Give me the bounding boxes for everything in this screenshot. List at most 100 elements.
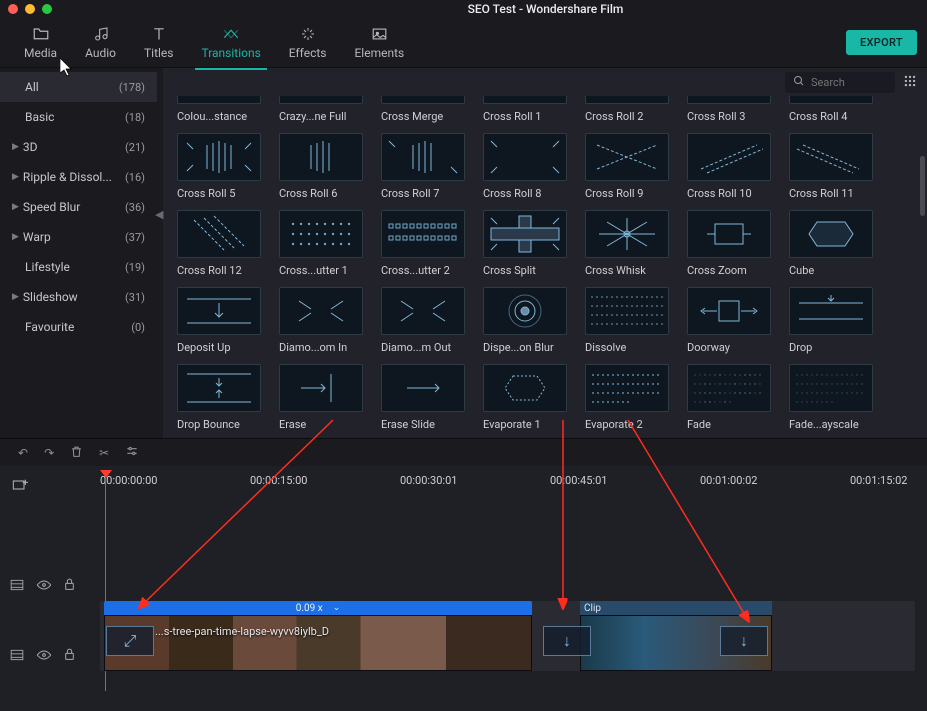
sidebar-item-ripple-dissol-[interactable]: ▶Ripple & Dissol...(16)	[0, 162, 157, 192]
transition-item[interactable]: Cross Roll 8	[483, 133, 567, 200]
window-controls	[8, 4, 52, 14]
chevron-down-icon[interactable]: ⌄	[333, 603, 341, 613]
nav-tab-transitions[interactable]: Transitions	[187, 20, 274, 66]
transition-item[interactable]: Evaporate 1	[483, 364, 567, 431]
transition-item[interactable]: Cross...utter 2	[381, 210, 465, 277]
undo-icon[interactable]: ↶	[18, 446, 28, 460]
transition-label: Cross Roll 3	[687, 110, 771, 123]
nav-tab-titles[interactable]: Titles	[130, 20, 187, 66]
nav-tab-media[interactable]: Media	[10, 20, 71, 66]
transition-item[interactable]: Cross Roll 7	[381, 133, 465, 200]
transition-gallery: Colou...stance Crazy...ne Full Cross Merge…	[163, 96, 927, 438]
grid-view-icon[interactable]	[903, 74, 917, 91]
transition-item[interactable]: Doorway	[687, 287, 771, 354]
export-button[interactable]: EXPORT	[846, 30, 917, 55]
sidebar-item-speed-blur[interactable]: ▶Speed Blur(36)	[0, 192, 157, 222]
transition-applied-middle[interactable]: ↓	[543, 626, 591, 656]
close-window[interactable]	[8, 4, 18, 14]
transition-item[interactable]: Erase	[279, 364, 363, 431]
transition-item[interactable]: Drop	[789, 287, 873, 354]
transition-thumbnail	[177, 96, 261, 104]
transition-item[interactable]: Diamo...om In	[279, 287, 363, 354]
sidebar-item-warp[interactable]: ▶Warp(37)	[0, 222, 157, 252]
adjust-icon[interactable]	[125, 444, 139, 461]
ruler-timestamp: 00:01:15:02	[850, 474, 907, 487]
sidebar-item-slideshow[interactable]: ▶Slideshow(31)	[0, 282, 157, 312]
add-track-icon[interactable]	[12, 478, 28, 495]
sidebar-label: Speed Blur	[23, 200, 125, 214]
transition-item[interactable]: Cross Roll 10	[687, 133, 771, 200]
nav-label: Media	[24, 46, 57, 60]
nav-tab-audio[interactable]: Audio	[71, 20, 130, 66]
video-clip[interactable]	[104, 615, 532, 671]
chevron-right-icon: ▶	[12, 292, 19, 302]
transition-thumbnail	[381, 133, 465, 181]
transition-item[interactable]: Cross Roll 9	[585, 133, 669, 200]
minimize-window[interactable]	[25, 4, 35, 14]
transition-label: Cross Split	[483, 264, 567, 277]
search-input[interactable]	[811, 76, 887, 89]
transition-item[interactable]: Cross Zoom	[687, 210, 771, 277]
transition-item[interactable]: Cross Roll 4	[789, 96, 873, 123]
gallery-scrollbar[interactable]	[920, 156, 925, 216]
nav-tab-elements[interactable]: Elements	[340, 20, 418, 66]
transition-thumbnail	[177, 133, 261, 181]
transition-item[interactable]: Drop Bounce	[177, 364, 261, 431]
sidebar-item-3d[interactable]: ▶3D(21)	[0, 132, 157, 162]
maximize-window[interactable]	[42, 4, 52, 14]
transition-item[interactable]: Dissolve	[585, 287, 669, 354]
transition-item[interactable]: Cube	[789, 210, 873, 277]
transition-item[interactable]: Erase Slide	[381, 364, 465, 431]
transition-item[interactable]: Fade...ayscale	[789, 364, 873, 431]
transition-label: Deposit Up	[177, 341, 261, 354]
transition-applied-start[interactable]: ⤢	[106, 626, 154, 656]
filmstrip-icon[interactable]	[10, 579, 24, 594]
lock-icon[interactable]	[64, 578, 75, 594]
transition-item[interactable]: Cross Split	[483, 210, 567, 277]
transition-label: Evaporate 2	[585, 418, 669, 431]
transition-item[interactable]: Cross Merge	[381, 96, 465, 123]
transition-item[interactable]: Deposit Up	[177, 287, 261, 354]
lock-icon[interactable]	[64, 648, 75, 664]
transition-label: Cross Roll 11	[789, 187, 873, 200]
filmstrip-icon[interactable]	[10, 649, 24, 664]
category-sidebar: All(178)Basic(18)▶3D(21)▶Ripple & Dissol…	[0, 68, 157, 438]
transition-thumbnail	[483, 287, 567, 335]
transition-item[interactable]: Cross Whisk	[585, 210, 669, 277]
eye-icon[interactable]	[36, 579, 52, 594]
clip-header-bar[interactable]: Clip	[580, 601, 772, 615]
transition-item[interactable]: Cross Roll 1	[483, 96, 567, 123]
timeline-ruler[interactable]: 00:00:00:0000:00:15:0000:00:30:0100:00:4…	[100, 474, 927, 492]
transition-item[interactable]: Cross Roll 5	[177, 133, 261, 200]
sidebar-item-all[interactable]: All(178)	[0, 72, 157, 102]
transition-thumbnail	[687, 133, 771, 181]
sidebar-count: (16)	[125, 171, 145, 184]
eye-icon[interactable]	[36, 649, 52, 664]
sidebar-item-basic[interactable]: Basic(18)	[0, 102, 157, 132]
search-box[interactable]	[785, 72, 895, 93]
transition-item[interactable]: Cross Roll 6	[279, 133, 363, 200]
transition-item[interactable]: Evaporate 2	[585, 364, 669, 431]
nav-tab-effects[interactable]: Effects	[275, 20, 341, 66]
playhead-icon[interactable]	[100, 470, 112, 478]
split-icon[interactable]: ✂	[99, 446, 109, 460]
transition-item[interactable]: Cross Roll 12	[177, 210, 261, 277]
video-track-lane[interactable]: 0.09 x ⌄ ...s-tree-pan-time-lapse-wyvv8i…	[100, 601, 915, 671]
transition-item[interactable]: Cross Roll 2	[585, 96, 669, 123]
sidebar-item-lifestyle[interactable]: Lifestyle(19)	[0, 252, 157, 282]
redo-icon[interactable]: ↷	[44, 446, 54, 460]
transition-applied-end[interactable]: ↓	[720, 626, 768, 656]
transition-item[interactable]: Cross Roll 11	[789, 133, 873, 200]
elements-icon	[370, 26, 388, 42]
transition-item[interactable]: Fade	[687, 364, 771, 431]
timeline-toolbar: ↶ ↷ ✂	[0, 438, 927, 466]
transition-item[interactable]: Cross...utter 1	[279, 210, 363, 277]
transition-item[interactable]: Colou...stance	[177, 96, 261, 123]
delete-icon[interactable]	[70, 445, 83, 461]
transition-item[interactable]: Diamo...m Out	[381, 287, 465, 354]
clip-speed-bar[interactable]: 0.09 x ⌄	[104, 601, 532, 615]
sidebar-item-favourite[interactable]: Favourite(0)	[0, 312, 157, 342]
transition-item[interactable]: Cross Roll 3	[687, 96, 771, 123]
transition-item[interactable]: Crazy...ne Full	[279, 96, 363, 123]
transition-item[interactable]: Dispe...on Blur	[483, 287, 567, 354]
